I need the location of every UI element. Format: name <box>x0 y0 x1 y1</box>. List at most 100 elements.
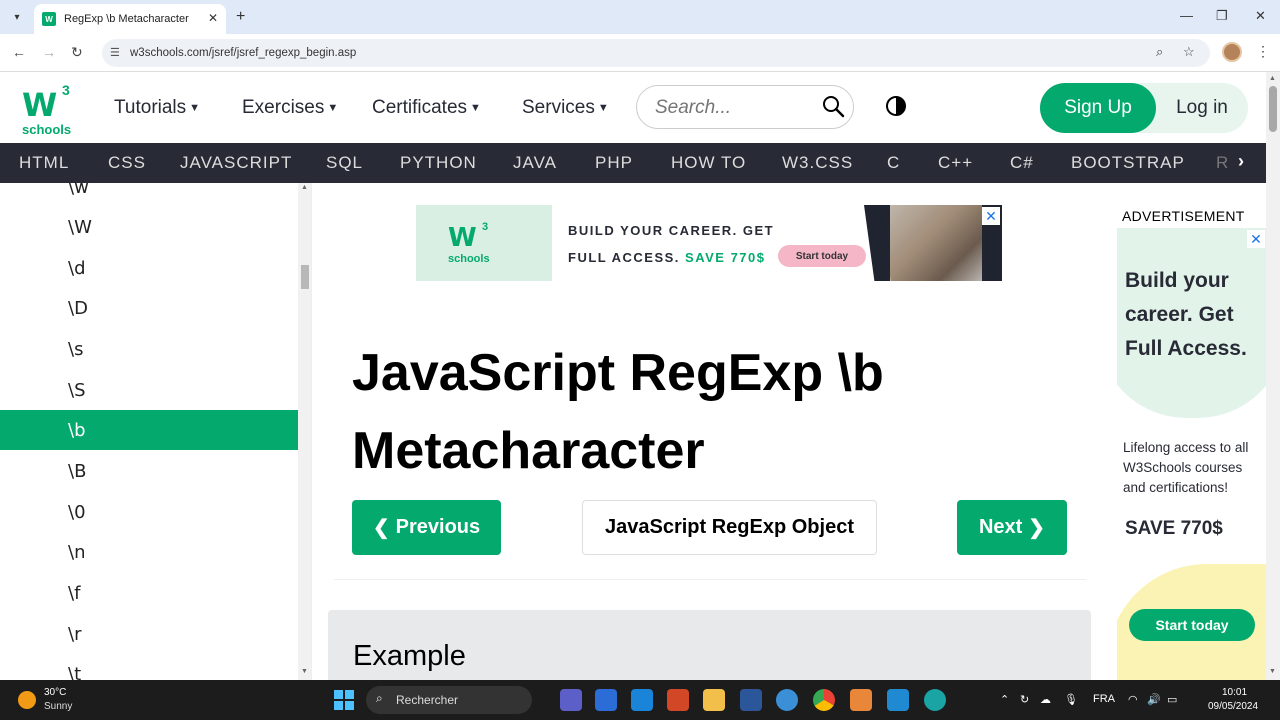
menu-exercises[interactable]: Exercises ▼ <box>242 97 338 119</box>
app-orange-icon[interactable] <box>850 689 872 711</box>
subnav-scroll-right-icon[interactable]: › <box>1238 151 1244 172</box>
window-close-icon[interactable]: ✕ <box>1255 8 1266 24</box>
chrome-icon[interactable] <box>813 689 835 711</box>
profile-avatar[interactable] <box>1222 42 1242 62</box>
log-in-button[interactable]: Log in <box>1156 83 1248 133</box>
edge-icon[interactable] <box>924 689 946 711</box>
subnav-python[interactable]: PYTHON <box>400 153 477 173</box>
page-scroll-thumb[interactable] <box>1269 86 1277 132</box>
sun-icon[interactable] <box>18 691 36 709</box>
sidebar-item[interactable]: \s <box>0 329 298 369</box>
banner-ad[interactable]: W 3 schools BUILD YOUR CAREER. GET FULL … <box>416 205 1002 281</box>
subnav-html[interactable]: HTML <box>19 153 69 173</box>
battery-icon[interactable]: ▭ <box>1167 693 1177 706</box>
new-tab-icon[interactable]: + <box>236 8 245 26</box>
previous-button[interactable]: ❮ Previous <box>352 500 501 555</box>
sidebar-item[interactable]: \d <box>0 248 298 288</box>
minimize-icon[interactable]: — <box>1180 8 1193 23</box>
sidebar-item[interactable]: \D <box>0 288 298 328</box>
sidebar-item-active[interactable]: \b <box>0 410 298 450</box>
next-button[interactable]: Next ❯ <box>957 500 1067 555</box>
subnav-javascript[interactable]: JAVASCRIPT <box>180 153 292 173</box>
sidebar-scroll-thumb[interactable] <box>301 265 309 289</box>
sign-up-button[interactable]: Sign Up <box>1040 83 1156 133</box>
subnav-php[interactable]: PHP <box>595 153 633 173</box>
taskbar-search[interactable]: ⌕ Rechercher <box>366 686 532 714</box>
browser-menu-icon[interactable]: ⋮ <box>1256 43 1270 60</box>
volume-icon[interactable]: 🔊 <box>1147 693 1161 706</box>
clock-date[interactable]: 09/05/2024 <box>1208 701 1258 712</box>
url-field[interactable]: ☰ w3schools.com/jsref/jsref_regexp_begin… <box>102 39 1210 67</box>
language-indicator[interactable]: FRA <box>1093 693 1115 705</box>
sidebar-item[interactable]: \S <box>0 370 298 410</box>
weather-condition[interactable]: Sunny <box>44 701 72 712</box>
bookmark-star-icon[interactable]: ☆ <box>1183 44 1195 60</box>
sidebar-scroll-up-icon[interactable]: ▲ <box>301 184 308 191</box>
sidebar-item[interactable]: \t <box>0 654 298 681</box>
globe-app-icon[interactable] <box>776 689 798 711</box>
sidebar-scrollbar[interactable]: ▲ ▼ <box>298 183 311 680</box>
microphone-icon[interactable]: 🎙 <box>1064 693 1078 706</box>
subnav-w3css[interactable]: W3.CSS <box>782 153 853 173</box>
word-icon[interactable] <box>740 689 762 711</box>
store-icon[interactable] <box>595 689 617 711</box>
w3schools-logo[interactable]: W 3 schools <box>20 80 76 137</box>
windows-start-icon[interactable] <box>334 690 354 710</box>
weather-temperature[interactable]: 30°C <box>44 687 66 698</box>
sidebar-item[interactable]: \W <box>0 207 298 247</box>
regexp-object-button[interactable]: JavaScript RegExp Object <box>582 500 877 555</box>
dark-mode-toggle-icon[interactable] <box>886 96 906 116</box>
back-icon[interactable]: ← <box>12 44 26 60</box>
browser-tab[interactable]: W RegExp \b Metacharacter ✕ <box>34 4 226 34</box>
subnav-r[interactable]: R <box>1216 153 1229 173</box>
subnav-howto[interactable]: HOW TO <box>671 153 746 173</box>
sidebar-item[interactable]: \f <box>0 573 298 613</box>
onedrive-icon[interactable]: ☁ <box>1040 693 1051 706</box>
subnav-csharp[interactable]: C# <box>1010 153 1034 173</box>
banner-logo-superscript: 3 <box>482 221 489 233</box>
sidebar-scroll-down-icon[interactable]: ▼ <box>301 668 308 675</box>
subnav-c[interactable]: C <box>887 153 900 173</box>
taskbar-search-label: Rechercher <box>396 693 459 707</box>
sidebar-item[interactable]: \r <box>0 614 298 654</box>
forward-icon[interactable]: → <box>42 44 56 60</box>
site-info-icon[interactable]: ☰ <box>110 46 120 59</box>
subnav-bootstrap[interactable]: BOOTSTRAP <box>1071 153 1185 173</box>
powerpoint-icon[interactable] <box>667 689 689 711</box>
scroll-up-arrow-icon[interactable]: ▲ <box>1269 75 1276 82</box>
search-input[interactable] <box>655 96 815 120</box>
page-scrollbar[interactable]: ▲ ▼ <box>1266 72 1280 680</box>
side-ad[interactable]: Build your career. Get Full Access. Life… <box>1117 228 1266 680</box>
maximize-icon[interactable]: ❐ <box>1216 8 1228 24</box>
tray-overflow-icon[interactable]: ⌃ <box>1000 693 1009 706</box>
sidebar-item[interactable]: \n <box>0 532 298 572</box>
subnav-css[interactable]: CSS <box>108 153 146 173</box>
sync-icon[interactable]: ↻ <box>1020 693 1029 706</box>
tab-close-icon[interactable]: ✕ <box>208 11 218 25</box>
zoom-icon[interactable]: ⌕ <box>1156 44 1163 60</box>
wifi-icon[interactable]: ◠ <box>1128 693 1138 706</box>
menu-certificates[interactable]: Certificates ▼ <box>372 97 481 119</box>
vscode-icon[interactable] <box>887 689 909 711</box>
ad-close-icon[interactable]: ✕ <box>982 207 1000 225</box>
banner-ad-cta[interactable]: Start today <box>778 245 866 267</box>
sidebar-item[interactable]: \0 <box>0 492 298 532</box>
reload-icon[interactable]: ↻ <box>71 44 83 61</box>
file-explorer-icon[interactable] <box>703 689 725 711</box>
menu-tutorials[interactable]: Tutorials ▼ <box>114 97 200 119</box>
logo-superscript: 3 <box>62 82 70 98</box>
side-ad-cta[interactable]: Start today <box>1129 609 1255 641</box>
subnav-cpp[interactable]: C++ <box>938 153 973 173</box>
subnav-java[interactable]: JAVA <box>513 153 557 173</box>
side-ad-close-icon[interactable]: ✕ <box>1247 230 1265 248</box>
scroll-down-arrow-icon[interactable]: ▼ <box>1269 668 1276 675</box>
search-icon[interactable] <box>821 94 845 118</box>
subnav-sql[interactable]: SQL <box>326 153 363 173</box>
teams-icon[interactable] <box>560 689 582 711</box>
clock-time[interactable]: 10:01 <box>1222 687 1247 698</box>
tab-list-chevron-icon[interactable]: ▾ <box>6 7 28 27</box>
menu-services[interactable]: Services ▼ <box>522 97 609 119</box>
sidebar-item[interactable]: \w <box>0 183 298 207</box>
mail-icon[interactable] <box>631 689 653 711</box>
sidebar-item[interactable]: \B <box>0 451 298 491</box>
